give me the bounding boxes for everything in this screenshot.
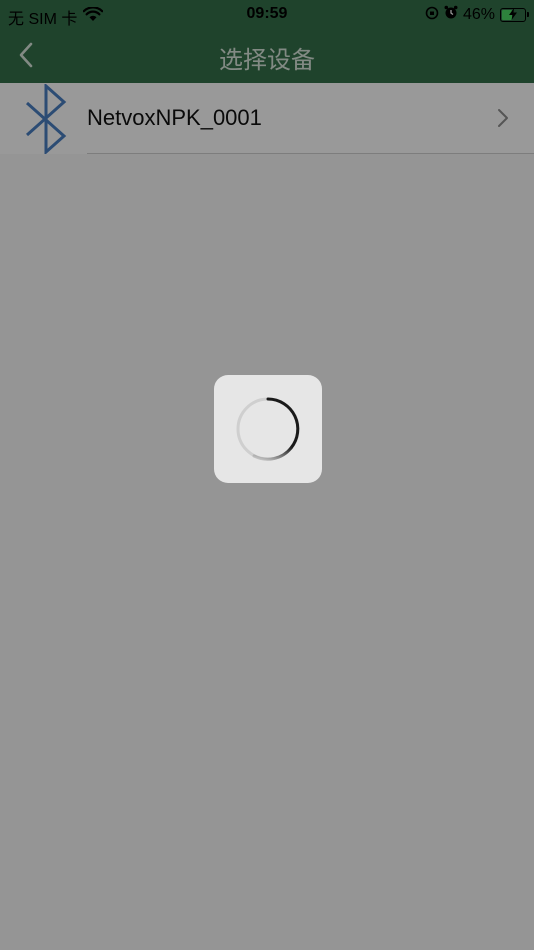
- spinner-icon: [236, 397, 300, 461]
- loading-indicator: [214, 375, 322, 483]
- screen: 无 SIM 卡 09:59 46% 选择设备 NetvoxNPK_0001: [0, 0, 534, 950]
